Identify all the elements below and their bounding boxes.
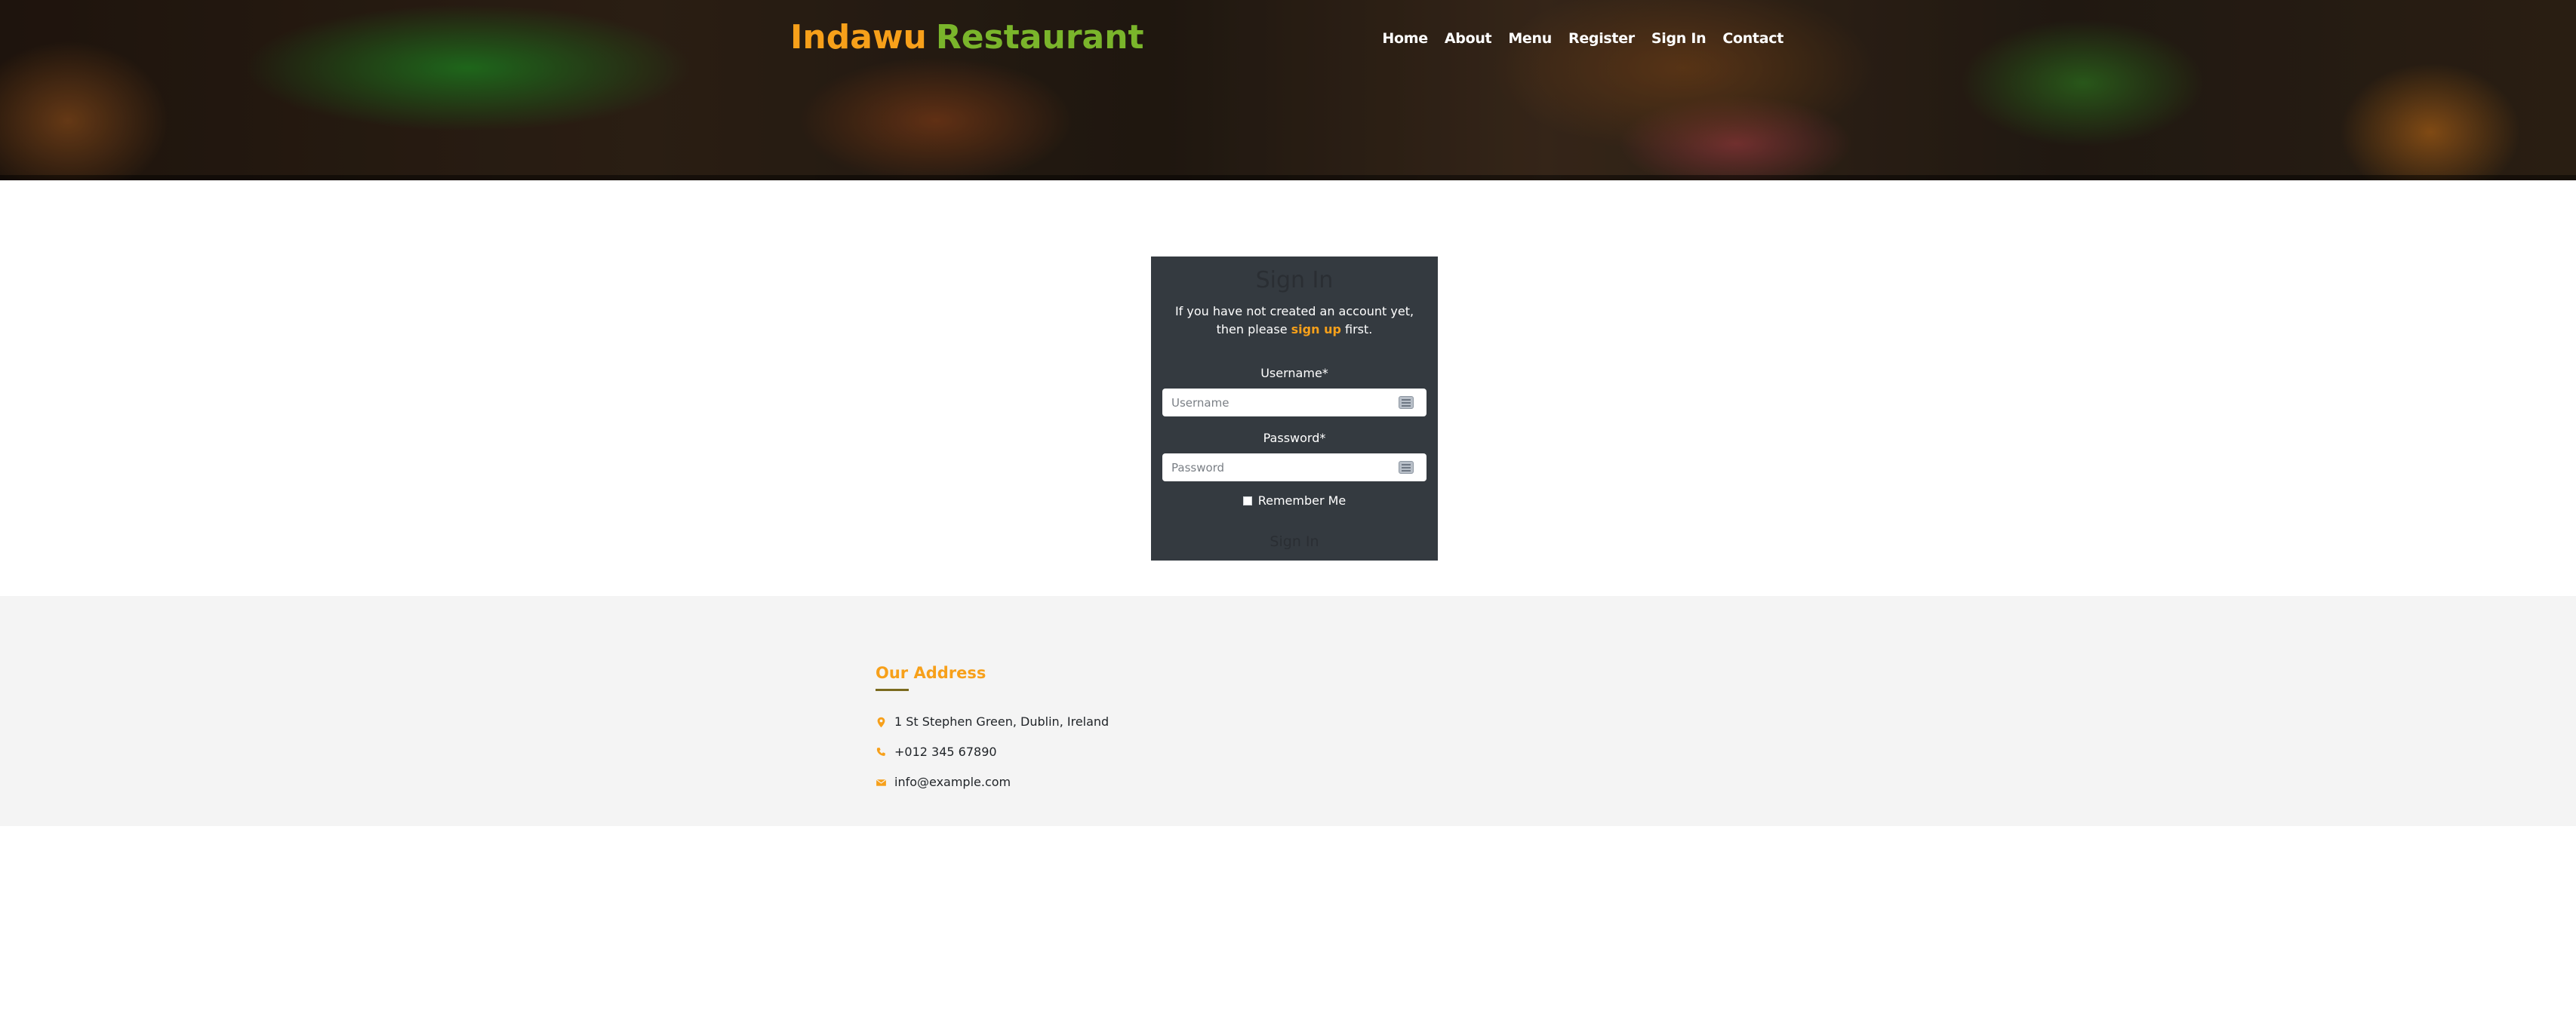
footer-address-row: 1 St Stephen Green, Dublin, Ireland (876, 714, 1109, 730)
phone-icon (876, 747, 885, 756)
brand-logo[interactable]: Indawu Restaurant (790, 17, 1144, 59)
envelope-icon (876, 779, 887, 786)
footer-address: 1 St Stephen Green, Dublin, Ireland (894, 714, 1109, 729)
nav-contact[interactable]: Contact (1714, 27, 1792, 50)
footer-phone: +012 345 67890 (894, 745, 997, 759)
hero-divider (0, 175, 2576, 180)
map-marker-icon (877, 717, 885, 727)
hero-banner: Indawu Restaurant Home About Menu Registe… (0, 0, 2576, 180)
signin-intro-suffix: first. (1345, 322, 1373, 336)
main-nav: Home About Menu Register Sign In Contact (1374, 27, 1792, 50)
signin-intro: If you have not created an account yet, … (1166, 303, 1423, 339)
footer-phone-row: +012 345 67890 (876, 744, 997, 760)
footer: Our Address 1 St Stephen Green, Dublin, … (0, 596, 2576, 826)
username-label: Username* (1260, 366, 1328, 380)
signin-card: Sign In If you have not created an accou… (1151, 257, 1438, 561)
autofill-key-icon[interactable] (1399, 461, 1414, 474)
remember-me-checkbox[interactable] (1242, 496, 1252, 505)
autofill-key-icon[interactable] (1399, 396, 1414, 409)
footer-email-row: info@example.com (876, 774, 1011, 791)
footer-email: info@example.com (894, 775, 1011, 789)
signin-title: Sign In (1255, 267, 1334, 293)
signin-submit-button[interactable]: Sign In (1249, 530, 1340, 554)
signup-link[interactable]: sign up (1291, 322, 1341, 336)
nav-home[interactable]: Home (1374, 27, 1436, 50)
username-input[interactable] (1162, 389, 1389, 416)
remember-me-label[interactable]: Remember Me (1258, 493, 1346, 509)
nav-menu[interactable]: Menu (1500, 27, 1560, 50)
nav-register[interactable]: Register (1560, 27, 1643, 50)
footer-heading: Our Address (876, 664, 986, 682)
password-field-wrapper (1162, 453, 1426, 481)
brand-name-primary: Indawu (790, 18, 927, 57)
footer-heading-underline (876, 689, 909, 691)
remember-me-row: Remember Me (1151, 493, 1438, 509)
brand-name-secondary: Restaurant (935, 18, 1144, 57)
nav-about[interactable]: About (1436, 27, 1500, 50)
username-field-wrapper (1162, 389, 1426, 416)
nav-sign-in[interactable]: Sign In (1643, 27, 1714, 50)
password-input[interactable] (1162, 453, 1389, 481)
password-label: Password* (1263, 431, 1326, 445)
